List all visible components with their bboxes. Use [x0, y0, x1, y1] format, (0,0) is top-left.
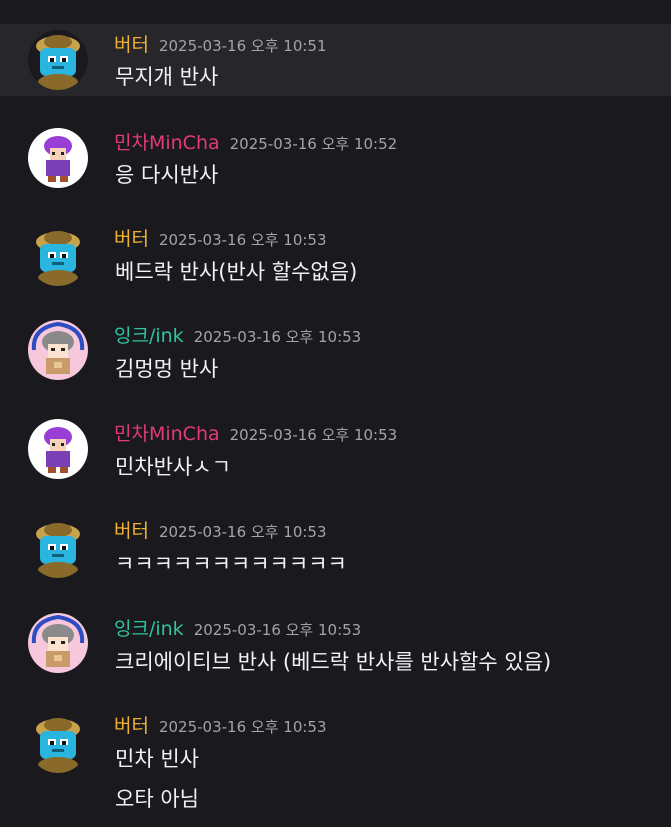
message-text: 민차반사ㅅㄱ: [115, 455, 231, 479]
mincha-avatar-icon[interactable]: [28, 419, 88, 479]
author-name[interactable]: 버터: [114, 715, 149, 737]
message-item[interactable]: 버터 2025-03-16 오후 10:53 베드락 반사(반사 할수없음): [0, 206, 671, 286]
ink-avatar-icon[interactable]: [28, 613, 88, 673]
message-timestamp: 2025-03-16 오후 10:51: [158, 37, 327, 55]
message-item[interactable]: 버터 2025-03-16 오후 10:53 민차 빈사 오타 아님: [0, 693, 671, 827]
message-timestamp: 2025-03-16 오후 10:53: [193, 621, 362, 639]
top-divider: [0, 0, 671, 24]
author-name[interactable]: 잉크/ink: [114, 618, 184, 640]
message-text: 민차 빈사: [115, 747, 199, 771]
author-name[interactable]: 민차MinCha: [114, 423, 220, 445]
butter-avatar-icon[interactable]: [28, 713, 88, 773]
message-text: 김멍멍 반사: [115, 357, 219, 381]
author-name[interactable]: 버터: [114, 228, 149, 250]
message-item[interactable]: 민차MinCha 2025-03-16 오후 10:52 응 다시반사: [0, 110, 671, 190]
message-item[interactable]: 잉크/ink 2025-03-16 오후 10:53 김멍멍 반사: [0, 303, 671, 383]
message-timestamp: 2025-03-16 오후 10:53: [229, 426, 398, 444]
butter-avatar-icon[interactable]: [28, 30, 88, 90]
message-text: 응 다시반사: [115, 163, 219, 187]
message-timestamp: 2025-03-16 오후 10:53: [193, 328, 362, 346]
chat-log: 버터 2025-03-16 오후 10:51 무지개 반사 민차MinCha 202…: [0, 0, 671, 827]
author-name[interactable]: 잉크/ink: [114, 325, 184, 347]
message-timestamp: 2025-03-16 오후 10:52: [229, 135, 398, 153]
message-item[interactable]: 잉크/ink 2025-03-16 오후 10:53 크리에이티브 반사 (베드락…: [0, 596, 671, 676]
message-timestamp: 2025-03-16 오후 10:53: [158, 231, 327, 249]
message-item[interactable]: 민차MinCha 2025-03-16 오후 10:53 민차반사ㅅㄱ: [0, 401, 671, 481]
message-item[interactable]: 버터 2025-03-16 오후 10:51 무지개 반사: [0, 24, 671, 96]
author-name[interactable]: 버터: [114, 520, 149, 542]
message-timestamp: 2025-03-16 오후 10:53: [158, 718, 327, 736]
message-text: 크리에이티브 반사 (베드락 반사를 반사할수 있음): [115, 650, 552, 674]
author-name[interactable]: 민차MinCha: [114, 132, 220, 154]
butter-avatar-icon[interactable]: [28, 518, 88, 578]
mincha-avatar-icon[interactable]: [28, 128, 88, 188]
author-name[interactable]: 버터: [114, 34, 149, 56]
message-text: 베드락 반사(반사 할수없음): [115, 260, 358, 284]
ink-avatar-icon[interactable]: [28, 320, 88, 380]
message-text: ㅋㅋㅋㅋㅋㅋㅋㅋㅋㅋㅋㅋ: [115, 552, 347, 576]
message-text: 무지개 반사: [115, 65, 219, 89]
butter-avatar-icon[interactable]: [28, 226, 88, 286]
message-timestamp: 2025-03-16 오후 10:53: [158, 523, 327, 541]
message-text: 오타 아님: [115, 787, 199, 811]
message-item[interactable]: 버터 2025-03-16 오후 10:53 ㅋㅋㅋㅋㅋㅋㅋㅋㅋㅋㅋㅋ: [0, 498, 671, 578]
